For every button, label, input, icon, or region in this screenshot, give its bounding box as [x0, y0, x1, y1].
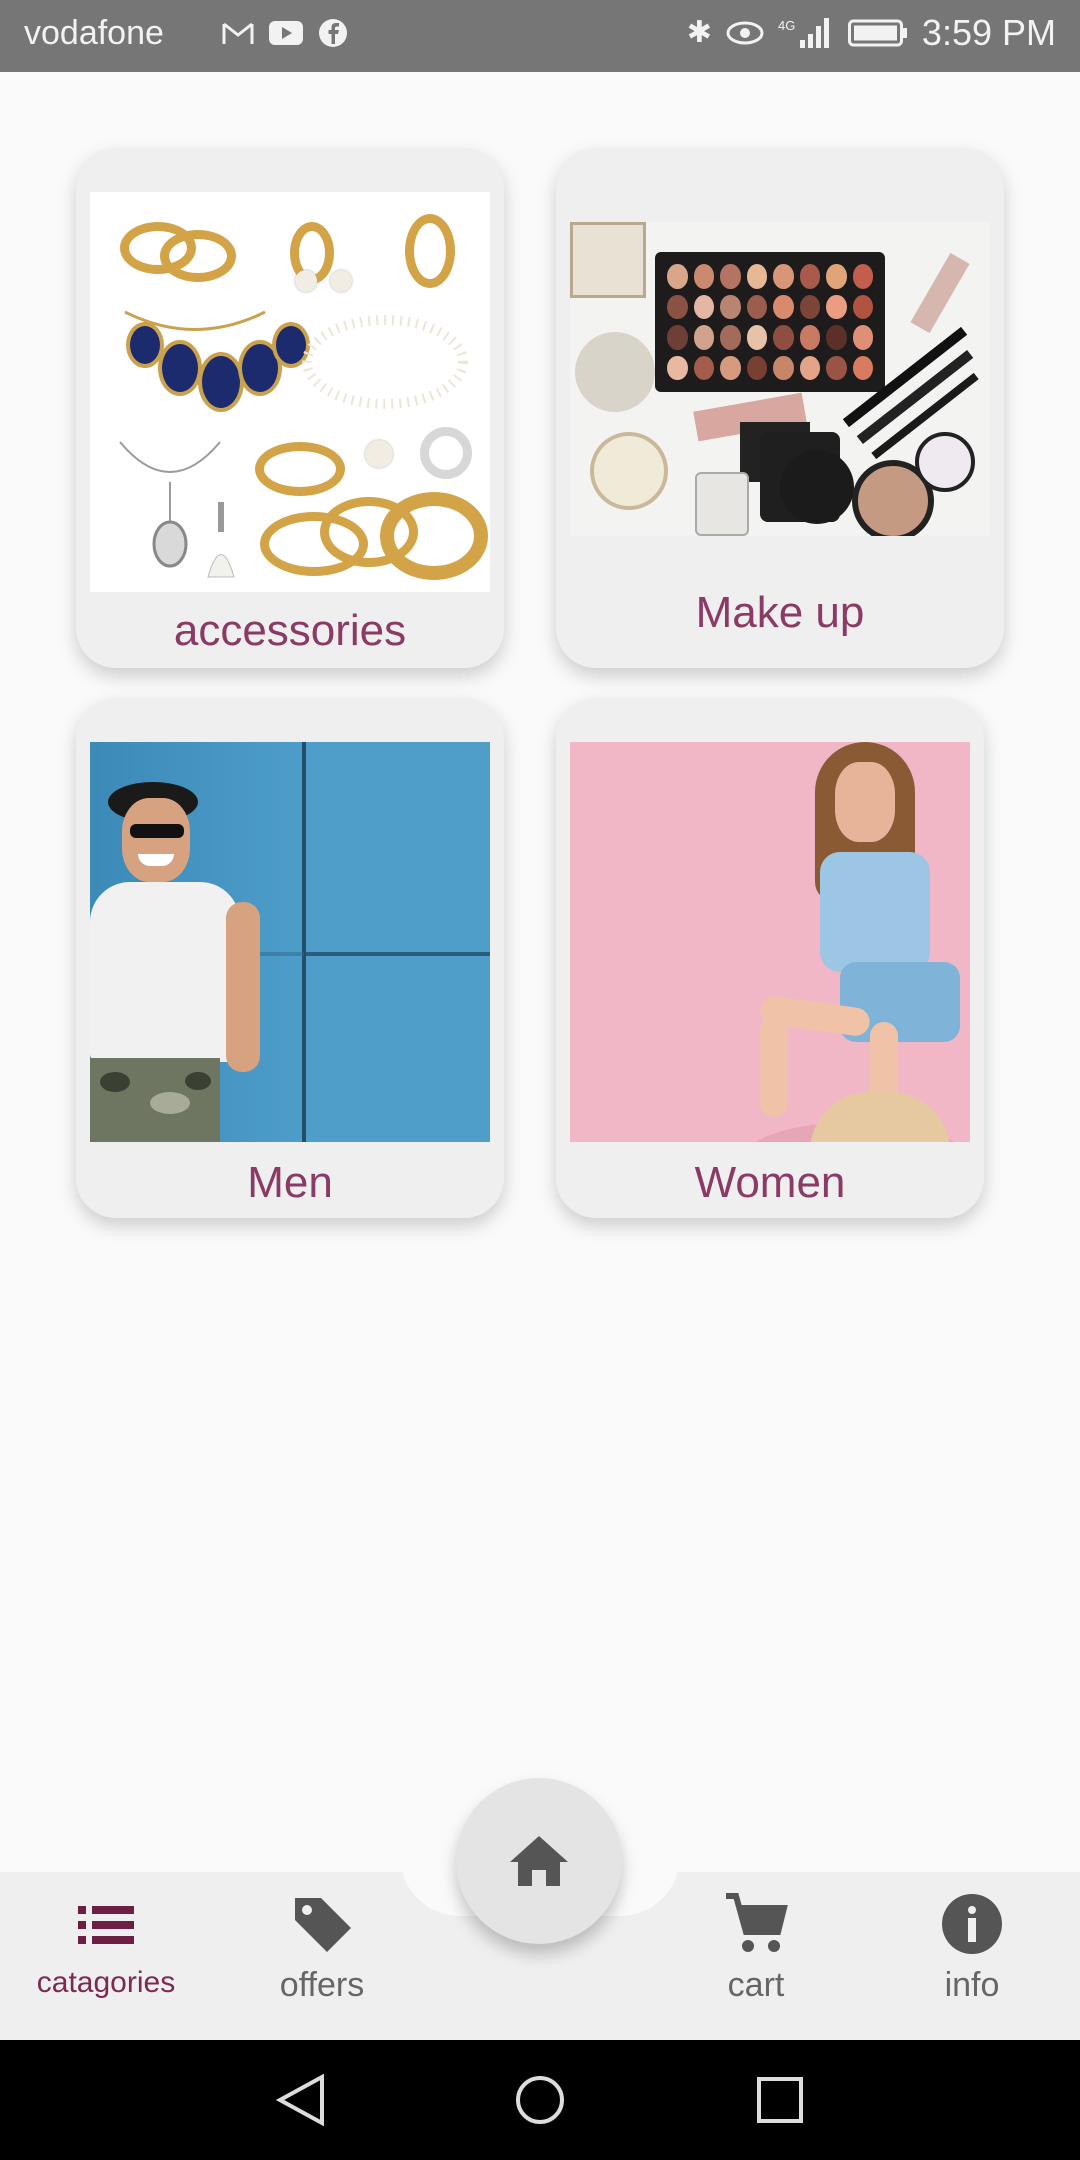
recents-icon[interactable]: [756, 2076, 804, 2124]
back-icon[interactable]: [276, 2074, 326, 2126]
women-image: [570, 742, 970, 1142]
category-card-accessories[interactable]: accessories: [76, 148, 504, 668]
info-icon: [942, 1894, 1002, 1954]
signal-icon: 4G: [778, 18, 829, 48]
eye-icon: [726, 21, 764, 45]
nav-item-catagories[interactable]: catagories: [6, 1890, 206, 2000]
facebook-icon: [319, 19, 347, 47]
tag-icon: [295, 1898, 351, 1952]
category-label: Women: [694, 1158, 846, 1207]
youtube-icon: [269, 21, 303, 45]
notification-icons: [222, 18, 348, 48]
nav-item-offers[interactable]: offers: [222, 1890, 422, 2005]
category-card-men[interactable]: Men: [76, 698, 504, 1218]
eyeshadow-palette: [655, 252, 885, 392]
category-card-women[interactable]: Women: [556, 698, 984, 1218]
nav-label: cart: [727, 1966, 785, 2004]
bluetooth-icon: ✱: [686, 16, 712, 49]
system-navigation-bar: [0, 2040, 1080, 2160]
nav-label: catagories: [36, 1966, 176, 1999]
nav-label: info: [944, 1966, 1000, 2004]
home-circle-icon[interactable]: [514, 2074, 566, 2126]
network-type: 4G: [778, 18, 795, 33]
accessories-image: [90, 192, 490, 592]
carrier-name: vodafone: [24, 14, 164, 52]
men-image: [90, 742, 490, 1142]
nav-label: offers: [279, 1966, 365, 2004]
system-icons: ✱ 4G 3:59 PM: [687, 12, 1056, 54]
clock: 3:59 PM: [921, 12, 1056, 53]
gmail-icon: [222, 22, 254, 44]
cart-icon: [726, 1893, 788, 1952]
home-icon: [510, 1836, 568, 1886]
category-label: Make up: [695, 588, 865, 637]
category-card-makeup[interactable]: Make up: [556, 148, 1004, 668]
makeup-image: [570, 222, 990, 536]
status-bar: vodafone ✱ 4G 3:59 PM: [0, 0, 1080, 72]
nav-item-cart[interactable]: cart: [656, 1890, 856, 2005]
home-button[interactable]: [456, 1778, 622, 1944]
nav-item-info[interactable]: info: [872, 1890, 1072, 2005]
category-label: accessories: [173, 606, 407, 655]
category-label: Men: [247, 1158, 333, 1207]
list-icon: [78, 1906, 134, 1944]
battery-icon: [847, 19, 907, 47]
